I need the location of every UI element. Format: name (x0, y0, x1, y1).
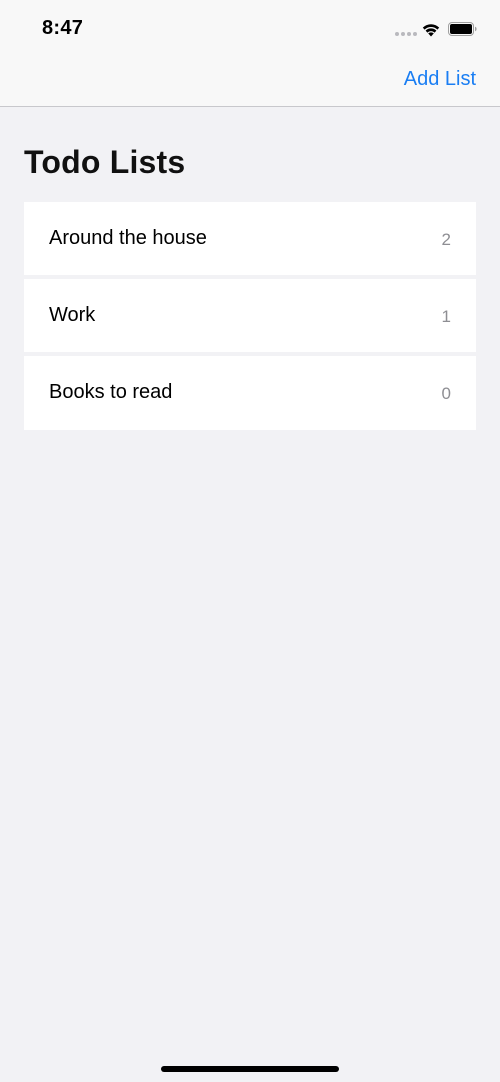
list-item-name: Around the house (49, 227, 207, 249)
home-indicator[interactable] (161, 1066, 339, 1072)
list-item-count: 2 (441, 230, 451, 249)
status-bar: 8:47 (0, 0, 500, 54)
list-item-count: 0 (441, 384, 451, 403)
page-title: Todo Lists (24, 144, 186, 180)
todo-lists: Around the house 2 Work 1 Books to read … (24, 202, 476, 430)
list-item[interactable]: Work 1 (24, 279, 476, 352)
list-item-name: Work (49, 304, 96, 326)
list-item-count: 1 (441, 307, 451, 326)
list-item[interactable]: Around the house 2 (24, 202, 476, 275)
list-item[interactable]: Books to read 0 (24, 356, 476, 430)
cellular-signal-icon (395, 32, 417, 36)
battery-icon (448, 22, 477, 36)
add-list-button[interactable]: Add List (404, 68, 476, 91)
navigation-bar: Add List (0, 54, 500, 107)
status-time: 8:47 (42, 17, 84, 39)
list-item-name: Books to read (49, 381, 173, 403)
todo-lists-screen: 8:47 Add List Todo Lists Around the hous… (0, 0, 500, 1082)
wifi-icon (422, 24, 440, 37)
